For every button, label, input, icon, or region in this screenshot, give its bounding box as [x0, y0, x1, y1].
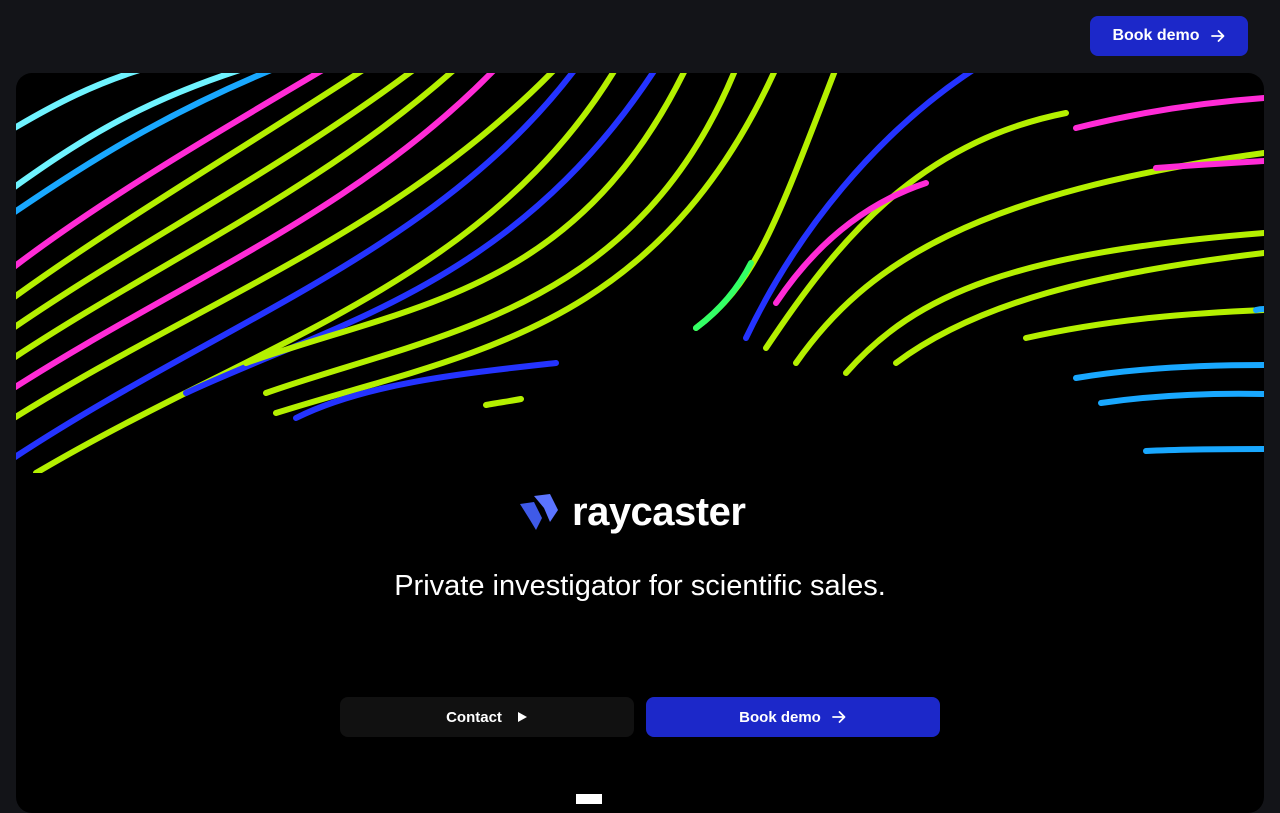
contact-label: Contact [446, 708, 502, 726]
contact-button[interactable]: Contact [340, 697, 634, 737]
arrow-right-icon [831, 709, 847, 725]
header-book-demo-button[interactable]: Book demo [1090, 16, 1248, 56]
hero-wave-graphic [16, 73, 1264, 473]
book-demo-label: Book demo [739, 708, 821, 726]
header-book-demo-label: Book demo [1112, 27, 1200, 44]
logo-wordmark: raycaster [572, 489, 746, 534]
arrow-right-icon [1210, 28, 1226, 44]
play-icon [516, 711, 528, 723]
hero-section: raycaster Private investigator for scien… [16, 73, 1264, 813]
hero-tagline: Private investigator for scientific sale… [394, 570, 886, 602]
raycaster-logo[interactable]: raycaster [516, 485, 766, 539]
partially-visible-badge-icon [576, 794, 602, 804]
top-bar: Book demo [0, 0, 1280, 72]
book-demo-button[interactable]: Book demo [646, 697, 940, 737]
raycaster-logo-icon [516, 490, 560, 534]
